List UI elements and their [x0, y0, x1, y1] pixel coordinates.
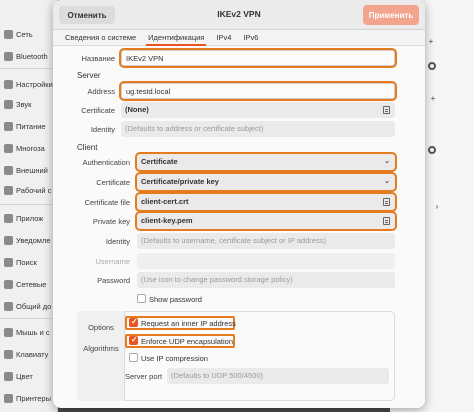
sidebar-item-network[interactable]: Сеть	[0, 24, 58, 44]
appearance-icon	[4, 165, 13, 175]
sidebar-divider	[0, 318, 58, 319]
gear-icon[interactable]	[428, 146, 436, 154]
show-password-label: Show password	[149, 295, 202, 304]
ip-compression-checkbox[interactable]	[129, 353, 138, 362]
server-section-title: Server	[77, 71, 101, 80]
settings-sidebar: Сеть Bluetooth Настройки Звук Питание Мн…	[0, 0, 58, 412]
file-icon	[383, 106, 390, 114]
sidebar-item-notifications[interactable]: Уведомле	[0, 230, 58, 250]
address-input[interactable]: ug.testd.local	[119, 81, 397, 101]
sidebar-item-keyboard[interactable]: Клавиату	[0, 344, 58, 364]
share-icon	[4, 301, 13, 311]
client-identity-input[interactable]: (Defaults to username, certificate subje…	[137, 233, 395, 249]
address-label: Address	[87, 87, 115, 96]
inner-ip-label: Request an inner IP address	[141, 319, 236, 328]
apps-icon	[4, 213, 13, 223]
sidebar-item-online-accounts[interactable]: Сетевые	[0, 274, 58, 294]
sidebar-item-search[interactable]: Поиск	[0, 252, 58, 272]
add-vpn-icon[interactable]: +	[428, 94, 438, 104]
bell-icon	[4, 235, 13, 245]
certificate-file-chooser[interactable]: client-cert.crt	[135, 192, 397, 212]
multitasking-icon	[4, 143, 13, 153]
tab-ipv4[interactable]: IPv4	[210, 30, 237, 46]
client-identity-label: Identity	[105, 237, 130, 246]
algorithms-nav-item[interactable]: Algorithms	[77, 344, 125, 353]
server-identity-input[interactable]: (Defaults to address or certificate subj…	[121, 121, 395, 137]
add-connection-icon[interactable]: +	[426, 37, 436, 47]
udp-encapsulation-checkbox[interactable]	[129, 335, 138, 345]
file-icon	[383, 217, 390, 225]
tab-identity[interactable]: Идентификация	[142, 30, 210, 46]
sidebar-item-sound[interactable]: Звук	[0, 94, 58, 114]
client-certificate-label: Certificate	[96, 178, 130, 187]
mouse-icon	[4, 327, 13, 337]
chevron-right-icon[interactable]: ›	[432, 202, 442, 212]
network-icon	[4, 29, 13, 39]
bluetooth-icon	[4, 51, 13, 61]
server-port-input[interactable]: (Defaults to UDP 500/4500)	[167, 368, 389, 384]
client-section-title: Client	[77, 143, 98, 152]
cloud-icon	[4, 279, 13, 289]
authentication-label: Authentication	[82, 158, 130, 167]
udp-encapsulation-label: Enforce UDP encapsulation	[141, 337, 233, 346]
sidebar-divider	[0, 204, 58, 205]
sidebar-item-desktop[interactable]: Рабочий с	[0, 180, 58, 200]
sidebar-item-apps[interactable]: Прилож	[0, 208, 58, 228]
sidebar-item-printers[interactable]: Принтеры	[0, 388, 58, 408]
username-input[interactable]	[137, 253, 395, 269]
tab-ipv6[interactable]: IPv6	[237, 30, 264, 46]
name-label: Название	[81, 54, 115, 63]
password-label: Password	[97, 276, 130, 285]
private-key-label: Private key	[92, 217, 130, 226]
sidebar-item-power[interactable]: Питание	[0, 116, 58, 136]
tab-details[interactable]: Сведения о системе	[59, 30, 142, 46]
authentication-dropdown[interactable]: Certificate ⌄	[135, 152, 397, 172]
show-password-checkbox[interactable]	[137, 294, 146, 303]
private-key-chooser[interactable]: client-key.pem	[135, 211, 397, 231]
sidebar-item-bluetooth[interactable]: Bluetooth	[0, 46, 58, 66]
username-label: Username	[95, 257, 130, 266]
search-icon	[4, 257, 13, 267]
server-certificate-chooser[interactable]: (None)	[121, 102, 395, 118]
certificate-label: Certificate	[81, 106, 115, 115]
printer-icon	[4, 393, 13, 403]
certificate-file-label: Certificate file	[84, 198, 130, 207]
vpn-dialog: Отменить IKEv2 VPN Применить Сведения о …	[53, 0, 425, 408]
server-port-label: Server port	[125, 372, 163, 381]
sidebar-item-sharing[interactable]: Общий до	[0, 296, 58, 316]
dialog-header: Отменить IKEv2 VPN Применить	[53, 0, 425, 30]
apply-button[interactable]: Применить	[363, 5, 419, 25]
name-input[interactable]: IKEv2 VPN	[119, 48, 397, 68]
chevron-down-icon: ⌄	[384, 158, 390, 165]
color-icon	[4, 371, 13, 381]
display-icon	[4, 79, 13, 89]
gear-icon[interactable]	[428, 62, 436, 70]
sidebar-item-mouse[interactable]: Мышь и с	[0, 322, 58, 342]
inner-ip-checkbox[interactable]	[129, 317, 138, 327]
sound-icon	[4, 99, 13, 109]
sidebar-item-multitasking[interactable]: Многоза	[0, 138, 58, 158]
sidebar-item-appearance[interactable]: Внешний	[0, 160, 58, 180]
sidebar-divider	[0, 68, 58, 69]
identity-label: Identity	[90, 125, 115, 134]
options-nav-item[interactable]: Options	[77, 323, 125, 332]
password-input[interactable]: (Use icon to change password storage pol…	[137, 272, 395, 288]
sidebar-item-color[interactable]: Цвет	[0, 366, 58, 386]
keyboard-icon	[4, 349, 13, 359]
file-icon	[383, 198, 390, 206]
desktop-icon	[4, 185, 13, 195]
sidebar-item-display[interactable]: Настройки	[0, 74, 58, 94]
tab-bar: Сведения о системе Идентификация IPv4 IP…	[53, 30, 425, 46]
ip-compression-label: Use IP compression	[141, 354, 208, 363]
chevron-down-icon: ⌄	[384, 178, 390, 185]
client-certificate-dropdown[interactable]: Certificate/private key ⌄	[135, 172, 397, 192]
power-icon	[4, 121, 13, 131]
